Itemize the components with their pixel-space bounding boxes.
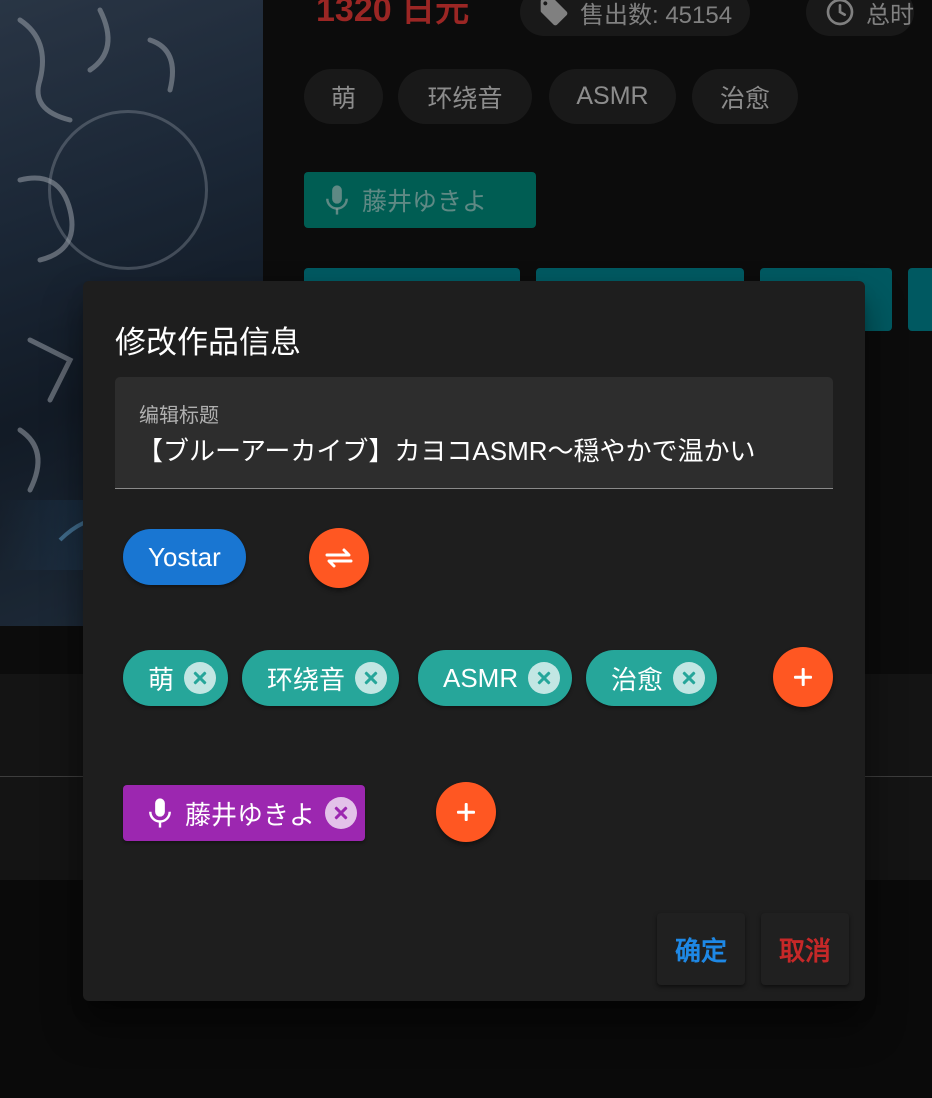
circle-chip[interactable]: Yostar [123, 529, 246, 585]
edit-work-dialog: 修改作品信息 编辑标题 Yostar 萌 环绕音 ASMR 治愈 [83, 281, 865, 1001]
tag-chip[interactable]: 萌 [123, 650, 229, 706]
remove-tag-icon[interactable] [184, 662, 217, 694]
voice-actor-label: 藤井ゆきよ [185, 799, 316, 830]
swap-horiz-icon [325, 548, 353, 568]
add-voice-actor-button[interactable] [436, 782, 496, 842]
confirm-button[interactable]: 确定 [657, 913, 745, 985]
tag-label: 环绕音 [267, 664, 346, 695]
tag-chip[interactable]: ASMR [418, 650, 573, 706]
dialog-title: 修改作品信息 [115, 325, 301, 360]
tag-label: ASMR [443, 662, 519, 693]
remove-tag-icon[interactable] [528, 662, 561, 694]
voice-actor-chip[interactable]: 藤井ゆきよ [123, 785, 366, 841]
cancel-button[interactable]: 取消 [761, 913, 849, 985]
remove-tag-icon[interactable] [355, 662, 388, 694]
tag-label: 治愈 [611, 664, 664, 695]
title-field[interactable]: 编辑标题 [115, 377, 833, 489]
circle-name: Yostar [148, 541, 221, 572]
swap-circle-button[interactable] [309, 528, 369, 588]
title-input[interactable] [137, 429, 817, 469]
title-field-label: 编辑标题 [139, 405, 219, 427]
tag-chip[interactable]: 治愈 [586, 650, 718, 706]
tag-chip[interactable]: 环绕音 [242, 650, 400, 706]
remove-tag-icon[interactable] [673, 662, 706, 694]
remove-voice-actor-icon[interactable] [325, 797, 358, 829]
add-tag-button[interactable] [773, 647, 833, 707]
tag-label: 萌 [148, 664, 175, 695]
mic-icon [149, 798, 171, 828]
